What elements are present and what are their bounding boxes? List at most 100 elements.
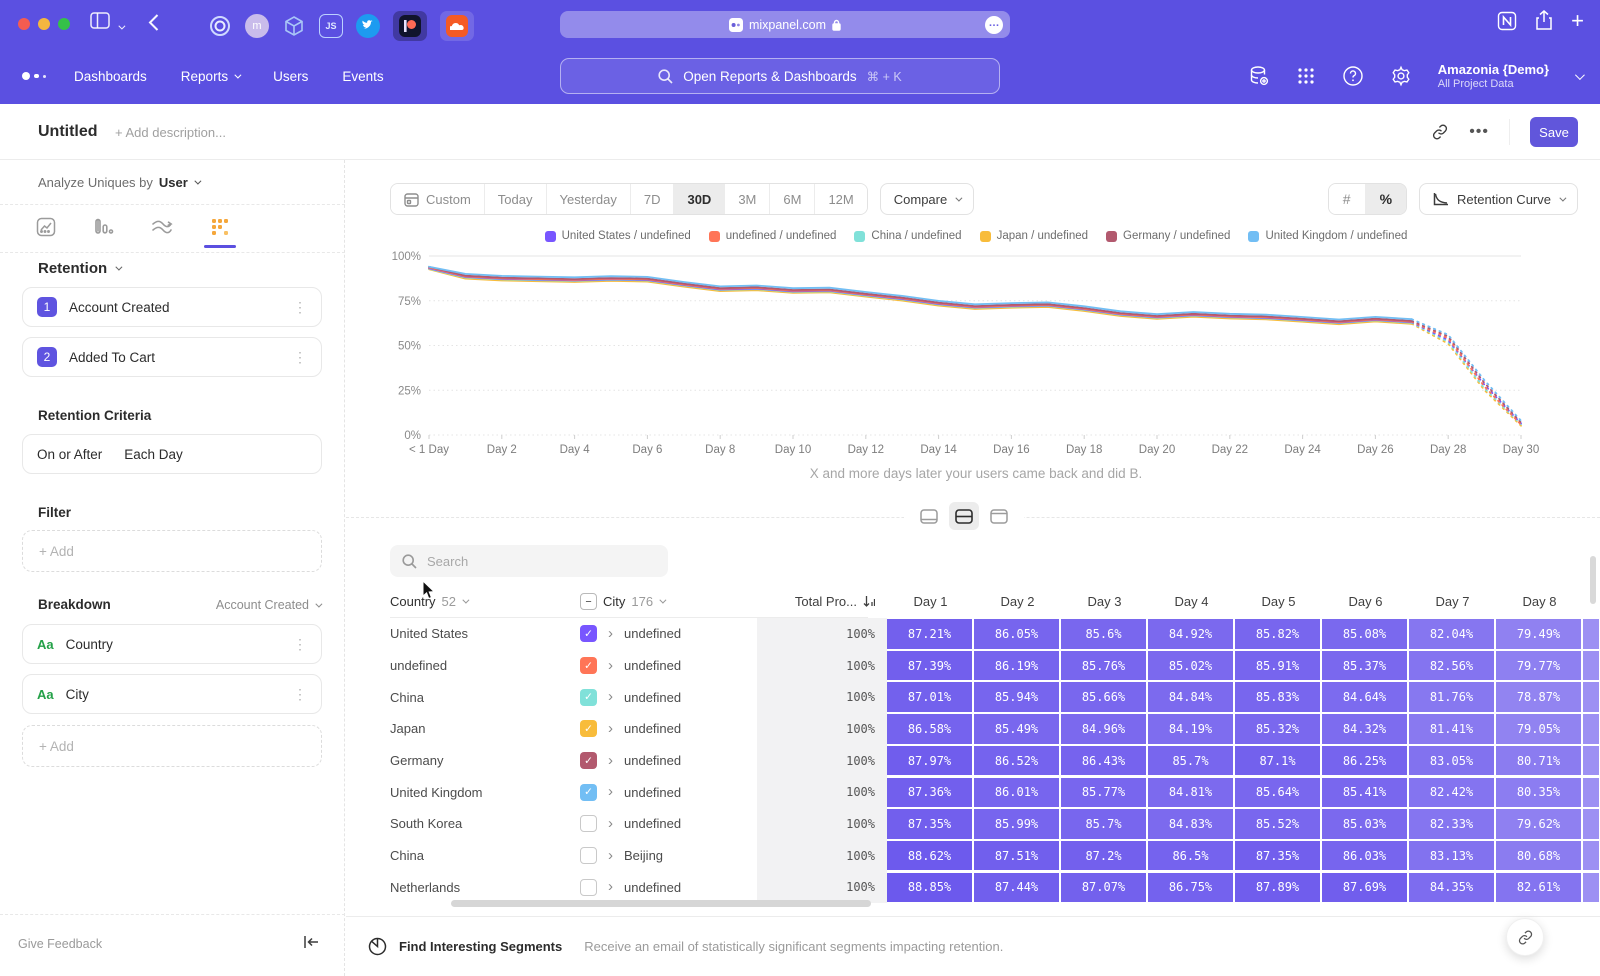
breakdown-card-city[interactable]: Aa City ⋮ — [22, 674, 322, 714]
retention-value-cell[interactable]: 85.77% — [1061, 778, 1146, 808]
retention-value-cell[interactable]: 79.49% — [1496, 619, 1581, 649]
retention-section-header[interactable]: Retention — [38, 260, 120, 277]
segments-title[interactable]: Find Interesting Segments — [399, 939, 562, 954]
day-column-header[interactable]: Day 8 — [1496, 594, 1583, 609]
series-checkbox[interactable]: ✓ — [580, 657, 597, 674]
retention-value-cell[interactable]: 79.62% — [1496, 809, 1581, 839]
retention-value-cell[interactable]: 86.25% — [1322, 746, 1407, 776]
analyze-uniques-row[interactable]: Analyze Uniques by User — [38, 175, 199, 190]
retention-value-cell[interactable]: 84.81% — [1148, 778, 1233, 808]
analyze-value[interactable]: User — [159, 175, 188, 190]
retention-value-cell[interactable]: 85.52% — [1235, 809, 1320, 839]
city-name[interactable]: undefined — [624, 753, 681, 768]
day-column-header[interactable]: Day 2 — [974, 594, 1061, 609]
browser-back-icon[interactable] — [148, 13, 159, 32]
retention-value-cell[interactable]: 85.66% — [1061, 682, 1146, 712]
nav-events[interactable]: Events — [342, 69, 383, 84]
country-cell[interactable]: United States — [390, 626, 580, 641]
city-name[interactable]: Beijing — [624, 848, 663, 863]
absolute-numbers-toggle[interactable]: # — [1329, 184, 1366, 214]
select-all-checkbox[interactable]: – — [580, 593, 597, 610]
data-management-icon[interactable] — [1248, 65, 1270, 87]
retention-value-cell[interactable]: 80.68% — [1496, 841, 1581, 871]
breakdown-event-selector[interactable]: Account Created — [216, 598, 320, 612]
nav-dashboards[interactable]: Dashboards — [74, 69, 147, 84]
country-cell[interactable]: Germany — [390, 753, 580, 768]
retention-value-cell[interactable]: 82.42% — [1409, 778, 1494, 808]
retention-value-cell[interactable]: 85.41% — [1322, 778, 1407, 808]
retention-value-cell[interactable]: 84.64% — [1322, 682, 1407, 712]
legend-item[interactable]: undefined / undefined — [709, 230, 837, 242]
expand-row-icon[interactable]: › — [608, 629, 613, 639]
add-description[interactable]: + Add description... — [115, 125, 226, 140]
total-column-header[interactable]: Total Pro... — [757, 594, 887, 609]
bird-icon[interactable] — [356, 14, 380, 38]
criteria-card[interactable]: On or After Each Day — [22, 434, 322, 474]
retention-value-cell[interactable]: 85.03% — [1322, 809, 1407, 839]
cube-icon[interactable] — [282, 14, 306, 38]
range-30d[interactable]: 30D — [674, 184, 725, 214]
country-cell[interactable]: China — [390, 848, 580, 863]
retention-value-cell[interactable]: 85.94% — [974, 682, 1059, 712]
retention-value-cell[interactable]: 85.32% — [1235, 714, 1320, 744]
retention-value-cell[interactable]: 78.87% — [1496, 682, 1581, 712]
city-name[interactable]: undefined — [624, 658, 681, 673]
day-column-header[interactable]: Day 1 — [887, 594, 974, 609]
legend-item[interactable]: United Kingdom / undefined — [1248, 230, 1407, 242]
retention-value-cell[interactable]: 82.33% — [1409, 809, 1494, 839]
retention-value-cell[interactable]: 87.39% — [887, 651, 972, 681]
country-cell[interactable]: China — [390, 690, 580, 705]
layout-chart-only-icon[interactable] — [914, 502, 944, 530]
step-card-added-to-cart[interactable]: 2 Added To Cart ⋮ — [22, 337, 322, 377]
retention-value-cell[interactable]: 85.64% — [1235, 778, 1320, 808]
expand-row-icon[interactable]: › — [608, 756, 613, 766]
range-7d[interactable]: 7D — [631, 184, 675, 214]
filter-add-button[interactable]: + Add — [22, 530, 322, 572]
retention-value-cell[interactable]: 82.56% — [1409, 651, 1494, 681]
retention-value-cell[interactable]: 82.04% — [1409, 619, 1494, 649]
city-name[interactable]: undefined — [624, 626, 681, 641]
city-name[interactable]: undefined — [624, 816, 681, 831]
global-search[interactable]: Open Reports & Dashboards ⌘ + K — [560, 58, 1000, 94]
series-checkbox[interactable]: ✓ — [580, 784, 597, 801]
legend-item[interactable]: United States / undefined — [545, 230, 691, 242]
retention-value-cell[interactable]: 87.35% — [887, 809, 972, 839]
legend-item[interactable]: Germany / undefined — [1106, 230, 1230, 242]
percentage-toggle[interactable]: % — [1366, 184, 1406, 214]
kebab-menu-icon[interactable]: ⋮ — [293, 639, 307, 649]
compare-button[interactable]: Compare — [880, 183, 974, 215]
copy-link-icon[interactable] — [1431, 123, 1449, 141]
table-search[interactable] — [390, 545, 668, 577]
retention-value-cell[interactable]: 87.44% — [974, 873, 1059, 903]
window-minimize-button[interactable] — [38, 18, 50, 30]
new-tab-icon[interactable]: + — [1571, 12, 1584, 30]
retention-value-cell[interactable]: 85.6% — [1061, 619, 1146, 649]
retention-value-cell[interactable]: 82.61% — [1496, 873, 1581, 903]
retention-value-cell[interactable]: 84.92% — [1148, 619, 1233, 649]
js-icon[interactable]: JS — [319, 14, 343, 38]
tab-funnels[interactable] — [88, 210, 120, 244]
tab-flows[interactable] — [146, 210, 178, 244]
reader-options-icon[interactable]: … — [985, 16, 1003, 34]
kebab-menu-icon[interactable]: ⋮ — [293, 352, 307, 362]
range-6m[interactable]: 6M — [770, 184, 815, 214]
retention-value-cell[interactable]: 87.21% — [887, 619, 972, 649]
browser-sidebar-icon[interactable] — [90, 12, 110, 29]
nav-reports[interactable]: Reports — [181, 69, 239, 84]
kebab-menu-icon[interactable]: ⋮ — [293, 302, 307, 312]
retention-value-cell[interactable]: 84.96% — [1061, 714, 1146, 744]
expand-row-icon[interactable]: › — [608, 724, 613, 734]
notion-extension-icon[interactable] — [1497, 11, 1517, 31]
give-feedback-link[interactable]: Give Feedback — [18, 937, 102, 951]
city-name[interactable]: undefined — [624, 880, 681, 895]
retention-value-cell[interactable]: 86.52% — [974, 746, 1059, 776]
retention-value-cell[interactable]: 87.36% — [887, 778, 972, 808]
kebab-menu-icon[interactable]: ⋮ — [293, 689, 307, 699]
layout-table-only-icon[interactable] — [984, 502, 1014, 530]
expand-row-icon[interactable]: › — [608, 787, 613, 797]
retention-value-cell[interactable]: 85.91% — [1235, 651, 1320, 681]
share-link-floating-button[interactable] — [1506, 918, 1544, 956]
apps-grid-icon[interactable] — [1296, 66, 1316, 86]
day-column-header[interactable]: Day 4 — [1148, 594, 1235, 609]
city-name[interactable]: undefined — [624, 721, 681, 736]
